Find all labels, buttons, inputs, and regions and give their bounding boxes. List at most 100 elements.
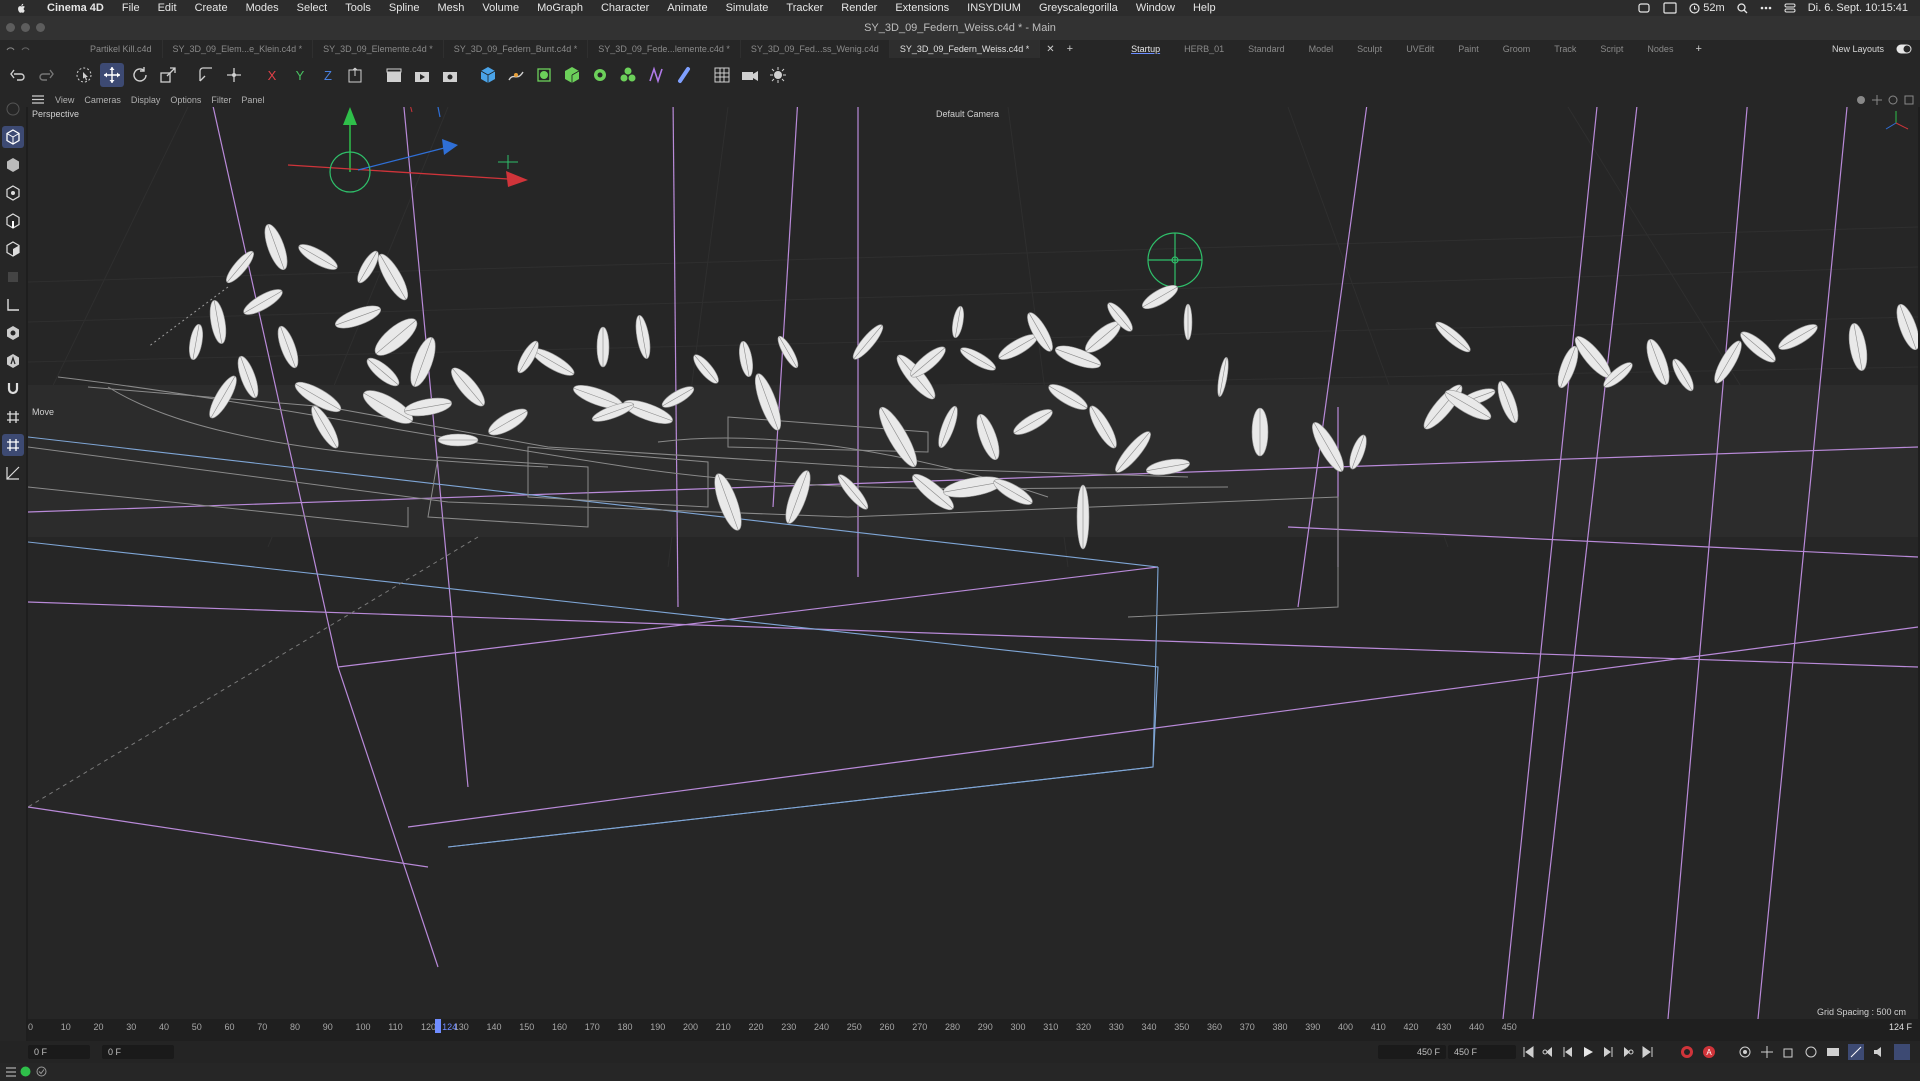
render-view-button[interactable] (382, 63, 406, 87)
menu-window[interactable]: Window (1136, 2, 1175, 14)
menu-mesh[interactable]: Mesh (437, 2, 464, 14)
doc-tab[interactable]: SY_3D_09_Fed...ss_Wenig.c4d (741, 40, 890, 58)
preview-max-field[interactable]: 450 F (1378, 1045, 1446, 1059)
close-tab-icon[interactable]: ✕ (1046, 44, 1054, 55)
menu-file[interactable]: File (122, 2, 140, 14)
layout-tab[interactable]: Track (1542, 40, 1588, 58)
subdivision-surface-button[interactable] (532, 63, 556, 87)
viewport-menu-options[interactable]: Options (170, 95, 201, 105)
viewport-menu-cameras[interactable]: Cameras (84, 95, 121, 105)
workplane-lock-button[interactable] (2, 462, 24, 484)
apple-icon[interactable] (14, 2, 28, 14)
param-key-icon[interactable] (1826, 1045, 1840, 1059)
layout-tab-startup[interactable]: Startup (1119, 40, 1172, 58)
max-time-field[interactable]: 450 F (1448, 1045, 1516, 1059)
previous-key-icon[interactable] (1542, 1046, 1554, 1058)
scale-tool[interactable] (156, 63, 180, 87)
doc-tab[interactable]: SY_3D_09_Fede...lemente.c4d * (588, 40, 741, 58)
preview-min-field[interactable]: 0 F (102, 1045, 174, 1059)
previous-frame-icon[interactable] (1562, 1046, 1574, 1058)
rotation-key-icon[interactable] (1804, 1045, 1818, 1059)
layout-tab[interactable]: Groom (1491, 40, 1543, 58)
viewport-menu-display[interactable]: Display (131, 95, 161, 105)
spline-pen-button[interactable] (504, 63, 528, 87)
add-layout-icon[interactable]: + (1695, 40, 1701, 58)
menu-insydium[interactable]: INSYDIUM (967, 2, 1021, 14)
pan-view-icon[interactable] (1856, 95, 1866, 105)
timeline-mode-icon[interactable] (1894, 1044, 1910, 1060)
cloud-icon[interactable] (1637, 2, 1651, 14)
play-icon[interactable] (1582, 1046, 1594, 1058)
menu-select[interactable]: Select (297, 2, 328, 14)
layout-tab[interactable]: UVEdit (1394, 40, 1446, 58)
extrude-button[interactable] (560, 63, 584, 87)
deformer-button[interactable] (644, 63, 668, 87)
maximize-view-icon[interactable] (1904, 95, 1914, 105)
axis-mode-button[interactable] (2, 294, 24, 316)
live-selection-tool[interactable] (72, 63, 96, 87)
active-camera-label[interactable]: Default Camera (936, 109, 999, 119)
rotate-view-icon[interactable] (1888, 95, 1898, 105)
y-axis-lock[interactable]: Y (288, 63, 312, 87)
menu-spline[interactable]: Spline (389, 2, 420, 14)
menu-help[interactable]: Help (1193, 2, 1216, 14)
record-icon[interactable] (1680, 1045, 1694, 1059)
model-mode-button[interactable] (2, 126, 24, 148)
menu-clock[interactable]: Di. 6. Sept. 10:15:41 (1808, 2, 1908, 14)
solo-button[interactable] (2, 322, 24, 344)
doc-tab-active[interactable]: SY_3D_09_Federn_Weiss.c4d * (889, 40, 1041, 58)
doc-tab[interactable]: Partikel Kill.c4d (80, 40, 163, 58)
menu-modes[interactable]: Modes (246, 2, 279, 14)
viewport-menu-filter[interactable]: Filter (211, 95, 231, 105)
perspective-viewport[interactable]: Perspective Default Camera Move Grid Spa… (28, 107, 1918, 1019)
menu-character[interactable]: Character (601, 2, 649, 14)
menu-icon[interactable] (6, 1067, 16, 1077)
menu-app-name[interactable]: Cinema 4D (47, 2, 104, 14)
uv-mode-button[interactable] (2, 266, 24, 288)
layout-tab[interactable]: Sculpt (1345, 40, 1394, 58)
viewport-menu-view[interactable]: View (55, 95, 74, 105)
z-axis-lock[interactable]: Z (316, 63, 340, 87)
field-button[interactable] (672, 63, 696, 87)
menu-tracker[interactable]: Tracker (786, 2, 823, 14)
window-icon[interactable] (1663, 2, 1677, 14)
min-time-field[interactable]: 0 F (28, 1045, 90, 1059)
hamburger-icon[interactable] (32, 95, 44, 104)
polygon-mode-button[interactable] (2, 238, 24, 260)
menu-simulate[interactable]: Simulate (726, 2, 769, 14)
doc-tab[interactable]: SY_3D_09_Federn_Bunt.c4d * (444, 40, 589, 58)
menu-edit[interactable]: Edit (158, 2, 177, 14)
scale-key-icon[interactable] (1782, 1045, 1796, 1059)
menu-volume[interactable]: Volume (482, 2, 519, 14)
more-icon[interactable] (1760, 6, 1772, 10)
menu-extensions[interactable]: Extensions (895, 2, 949, 14)
add-tab-icon[interactable]: + (1067, 43, 1073, 55)
sound-icon[interactable] (1872, 1045, 1886, 1059)
x-axis-handle[interactable] (506, 171, 528, 187)
doc-tab[interactable]: SY_3D_09_Elemente.c4d * (313, 40, 444, 58)
make-editable-button[interactable] (2, 98, 24, 120)
layout-tab[interactable]: HERB_01 (1172, 40, 1236, 58)
point-mode-button[interactable] (2, 182, 24, 204)
go-to-end-icon[interactable] (1642, 1046, 1654, 1058)
move-view-icon[interactable] (1872, 94, 1882, 105)
z-axis-handle[interactable] (442, 139, 458, 155)
layout-tab[interactable]: Standard (1236, 40, 1297, 58)
render-settings-button[interactable] (438, 63, 462, 87)
snap-button[interactable] (2, 378, 24, 400)
playhead[interactable] (435, 1019, 442, 1033)
undo-button[interactable] (6, 63, 30, 87)
place-tool[interactable] (222, 63, 246, 87)
layout-toggle-icon[interactable] (1896, 44, 1912, 54)
undo-history-icon[interactable] (4, 44, 34, 54)
grid-snap-button[interactable] (2, 406, 24, 428)
menu-greyscalegorilla[interactable]: Greyscalegorilla (1039, 2, 1118, 14)
menu-render[interactable]: Render (841, 2, 877, 14)
scene-canvas[interactable] (28, 107, 1918, 1019)
control-center-icon[interactable] (1784, 3, 1796, 13)
menu-tools[interactable]: Tools (345, 2, 371, 14)
quantize-button[interactable] (2, 434, 24, 456)
keyframe-selection-icon[interactable] (1738, 1045, 1752, 1059)
workplane-button[interactable] (2, 350, 24, 372)
y-axis-handle[interactable] (343, 107, 357, 125)
